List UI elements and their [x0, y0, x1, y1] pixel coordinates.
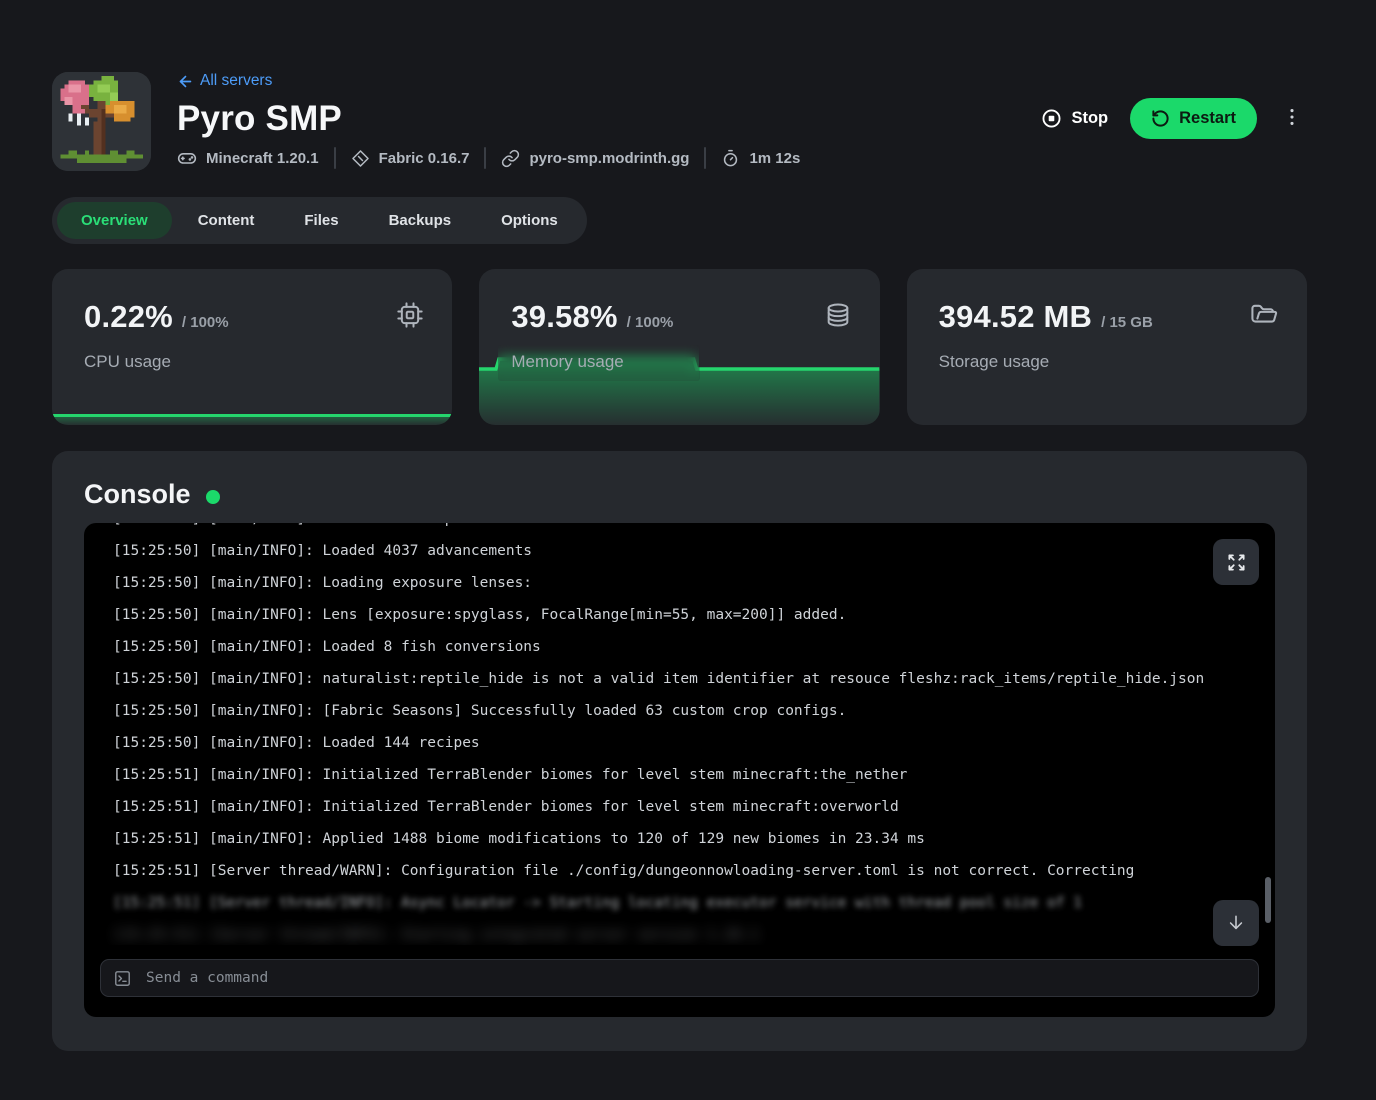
server-header: All servers Pyro SMP Minecraft 1.20.1 Fab… [52, 0, 1307, 171]
tab-options[interactable]: Options [477, 202, 582, 239]
restart-button-label: Restart [1179, 109, 1236, 128]
more-options-button[interactable] [1277, 102, 1307, 135]
console-log-line: [15:25:50] [main/INFO]: [Fabric Seasons]… [113, 695, 1246, 727]
memory-usage-value: 39.58% [511, 299, 617, 335]
tab-content[interactable]: Content [174, 202, 279, 239]
timer-icon [721, 149, 740, 168]
console-log-line: [15:25:51] [main/INFO]: Initialized Terr… [113, 759, 1246, 791]
meta-label: pyro-smp.modrinth.gg [529, 150, 689, 167]
meta-divider [334, 147, 336, 169]
meta-label: Fabric 0.16.7 [379, 150, 470, 167]
stop-button-label: Stop [1071, 109, 1108, 128]
back-to-all-servers-link[interactable]: All servers [177, 72, 272, 90]
console-card: Console [15:25:50] [main/INFO]: Loaded 6… [52, 451, 1307, 1051]
server-identity: All servers Pyro SMP Minecraft 1.20.1 Fab… [177, 72, 1039, 169]
server-meta-link[interactable]: pyro-smp.modrinth.gg [501, 149, 689, 168]
fabric-icon [351, 149, 370, 168]
cpu-usage-graph [52, 414, 452, 425]
arrow-down-icon [1226, 913, 1246, 933]
tab-files[interactable]: Files [280, 202, 362, 239]
console-log-line: [15:25:51] [main/INFO]: Initialized Terr… [113, 791, 1246, 823]
cpu-icon [396, 301, 424, 334]
console-log-line: [15:25:51] [Server thread/WARN]: Configu… [113, 855, 1246, 887]
stop-button[interactable]: Stop [1039, 102, 1110, 135]
console-log-line: [15:25:51] [main/INFO]: Applied 1488 bio… [113, 823, 1246, 855]
storage-usage-card: 394.52 MB / 15 GB Storage usage [907, 269, 1307, 425]
tab-overview[interactable]: Overview [57, 202, 172, 239]
back-link-label: All servers [200, 72, 272, 90]
tab-bar: OverviewContentFilesBackupsOptions [52, 197, 587, 244]
console-expand-button[interactable] [1213, 539, 1259, 585]
command-bar [100, 959, 1259, 997]
meta-divider [484, 147, 486, 169]
console-log-line: [15:25:50] [main/INFO]: Loaded 8 fish co… [113, 631, 1246, 663]
server-avatar [52, 72, 151, 171]
storage-usage-label: Storage usage [939, 352, 1050, 372]
console-log[interactable]: [15:25:50] [main/INFO]: Loaded 63 recipe… [84, 523, 1275, 945]
memory-usage-label: Memory usage [498, 345, 699, 381]
console-log-line: [15:25:50] [main/INFO]: naturalist:repti… [113, 663, 1246, 695]
cpu-usage-label: CPU usage [84, 352, 171, 372]
meta-divider [704, 147, 706, 169]
link-icon [501, 149, 520, 168]
server-meta-row: Minecraft 1.20.1 Fabric 0.16.7 pyro-smp.mo… [177, 147, 1039, 169]
cpu-usage-value: 0.22% [84, 299, 173, 335]
server-meta-timer: 1m 12s [721, 149, 800, 168]
page-title: Pyro SMP [177, 100, 1039, 139]
folder-open-icon [1250, 301, 1279, 335]
storage-usage-total: / 15 GB [1101, 314, 1153, 331]
database-icon [824, 301, 852, 334]
console-terminal: [15:25:50] [main/INFO]: Loaded 63 recipe… [84, 523, 1275, 1017]
server-online-status-dot [206, 490, 220, 504]
scroll-to-bottom-button[interactable] [1213, 900, 1259, 946]
restart-icon [1151, 109, 1170, 128]
restart-button[interactable]: Restart [1130, 98, 1257, 139]
stop-icon [1041, 108, 1062, 129]
console-scrollbar-thumb[interactable] [1265, 877, 1271, 923]
tree-avatar-art [52, 72, 151, 171]
storage-usage-value: 394.52 MB [939, 299, 1092, 335]
cpu-usage-total: / 100% [182, 314, 229, 331]
stats-row: 0.22% / 100% CPU usage 39.58% / 100% [52, 269, 1307, 425]
expand-icon [1227, 553, 1246, 572]
server-meta-gamepad: Minecraft 1.20.1 [177, 148, 319, 168]
console-log-line: [15:25:50] [main/INFO]: Loaded 63 recipe… [113, 523, 1246, 535]
console-log-line: [15:25:50] [main/INFO]: Loading exposure… [113, 567, 1246, 599]
arrow-left-icon [177, 73, 194, 90]
console-log-line: [15:25:51] [Server thread/INFO]: Async L… [113, 887, 1246, 919]
terminal-icon [114, 970, 131, 987]
console-title: Console [84, 479, 191, 510]
meta-label: 1m 12s [749, 150, 800, 167]
page-container: All servers Pyro SMP Minecraft 1.20.1 Fab… [52, 0, 1307, 1051]
console-log-line: [15:25:50] [main/INFO]: Loaded 144 recip… [113, 727, 1246, 759]
console-log-line: [15:25:50] [main/INFO]: Lens [exposure:s… [113, 599, 1246, 631]
console-log-line: [15:25:50] [main/INFO]: Loaded 4037 adva… [113, 535, 1246, 567]
kebab-menu-icon [1281, 106, 1303, 128]
tab-backups[interactable]: Backups [365, 202, 476, 239]
gamepad-icon [177, 148, 197, 168]
server-meta-fabric: Fabric 0.16.7 [351, 149, 470, 168]
server-actions: Stop Restart [1039, 98, 1307, 139]
cpu-usage-card: 0.22% / 100% CPU usage [52, 269, 452, 425]
memory-usage-card: 39.58% / 100% Memory usage [479, 269, 879, 425]
memory-usage-total: / 100% [627, 314, 674, 331]
console-log-line: [15:25:51] [Server thread/INFO]: Startin… [113, 919, 1246, 945]
command-input[interactable] [144, 969, 1245, 987]
meta-label: Minecraft 1.20.1 [206, 150, 319, 167]
